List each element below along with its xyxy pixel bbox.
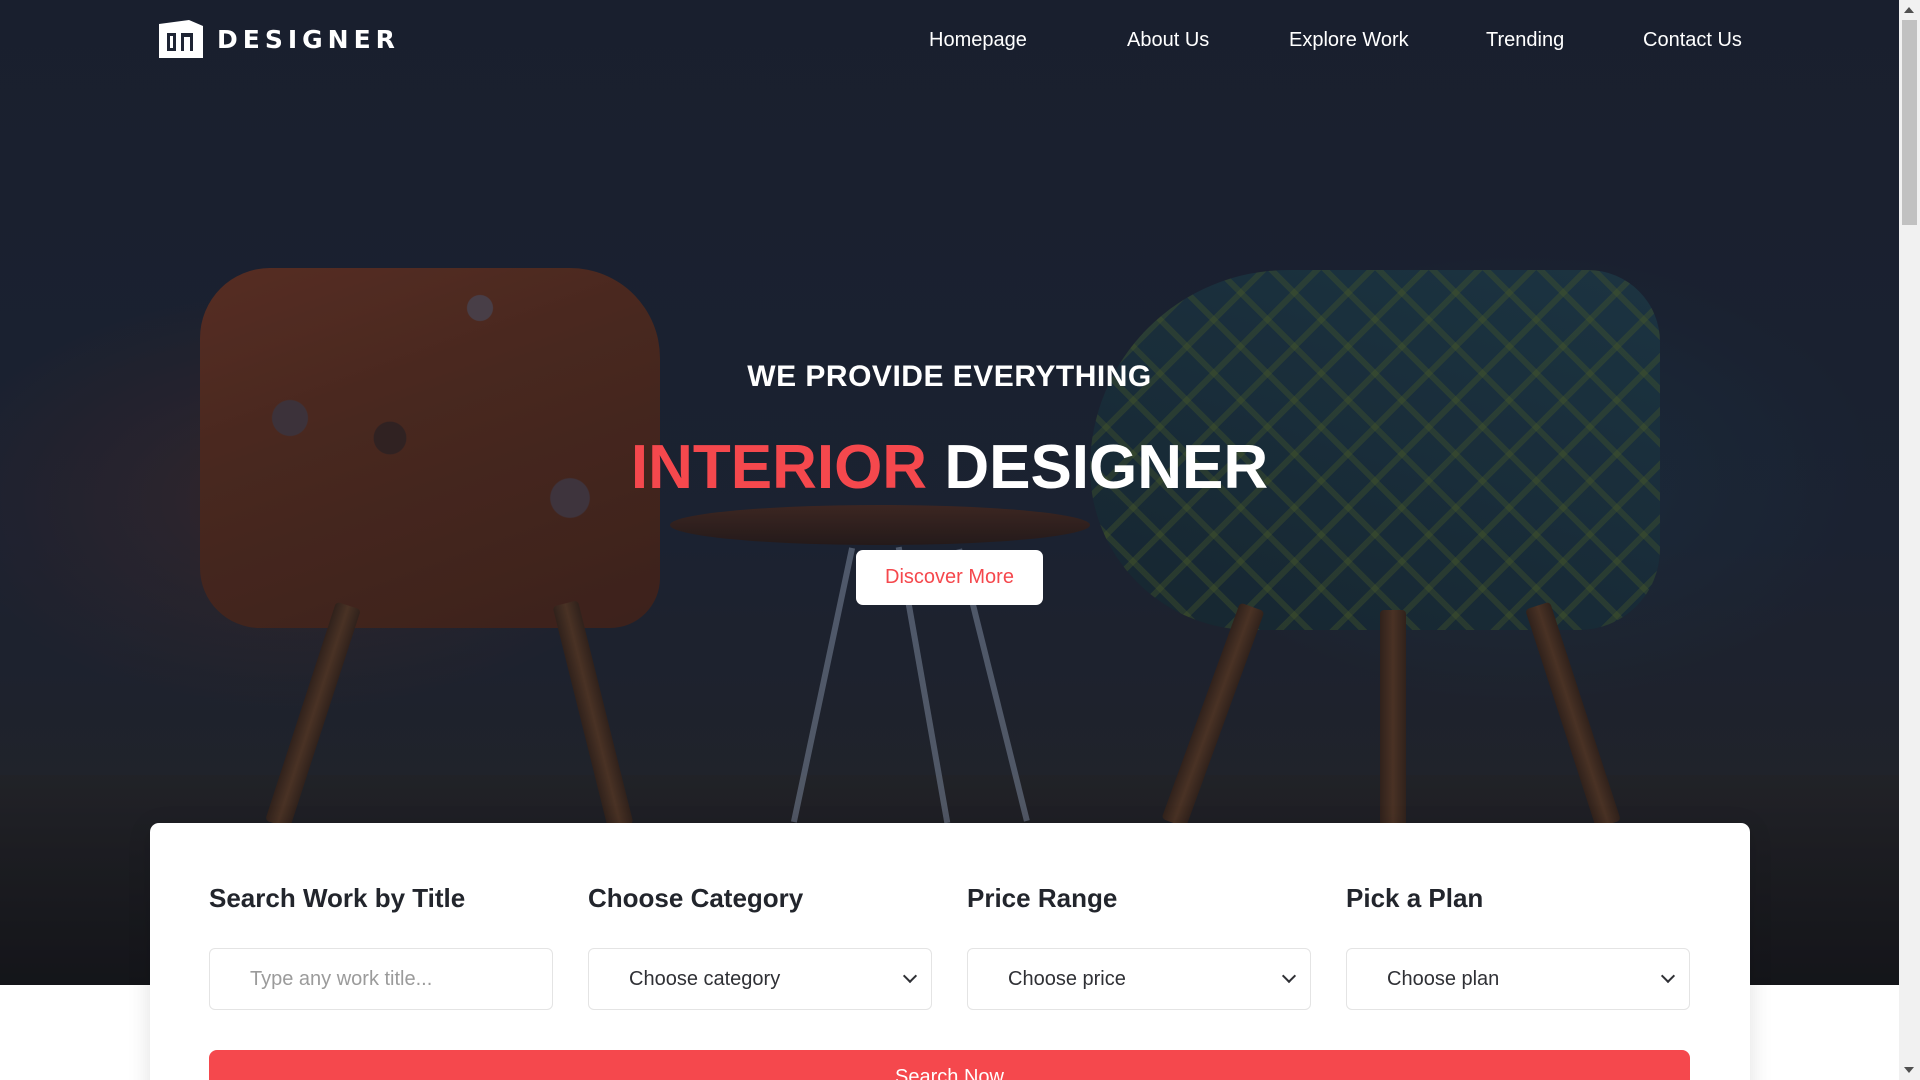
page-scrollbar[interactable] bbox=[1899, 0, 1920, 1080]
nav-homepage[interactable]: Homepage bbox=[929, 29, 1027, 52]
hero-title-accent: INTERIOR bbox=[630, 433, 928, 502]
brand-logo[interactable]: DESIGNER bbox=[159, 20, 400, 58]
hero-title-rest: DESIGNER bbox=[944, 433, 1269, 502]
title-search-field: Search Work by Title Type any work title… bbox=[209, 883, 553, 1010]
discover-more-button[interactable]: Discover More bbox=[856, 550, 1043, 605]
category-select[interactable]: Choose category bbox=[588, 948, 932, 1010]
nav-trending[interactable]: Trending bbox=[1486, 29, 1564, 52]
nav-contact-us[interactable]: Contact Us bbox=[1643, 29, 1742, 52]
hero-title: INTERIOR DESIGNER bbox=[0, 432, 1899, 503]
scroll-up-arrow-icon[interactable] bbox=[1904, 7, 1914, 13]
nav-explore-work[interactable]: Explore Work bbox=[1289, 29, 1409, 52]
plan-select[interactable]: Choose plan bbox=[1346, 948, 1690, 1010]
scroll-down-arrow-icon[interactable] bbox=[1904, 1067, 1914, 1073]
price-select[interactable]: Choose price bbox=[967, 948, 1311, 1010]
chevron-down-icon bbox=[902, 968, 918, 984]
search-panel: Search Work by Title Type any work title… bbox=[150, 823, 1750, 1080]
price-field: Price Range Choose price bbox=[967, 883, 1311, 1010]
hero-subtitle: WE PROVIDE EVERYTHING bbox=[747, 360, 1152, 393]
chevron-down-icon bbox=[1281, 968, 1297, 984]
title-search-label: Search Work by Title bbox=[209, 883, 466, 913]
plan-field: Pick a Plan Choose plan bbox=[1346, 883, 1690, 1010]
category-field: Choose Category Choose category bbox=[588, 883, 932, 1010]
search-now-button[interactable]: Search Now bbox=[209, 1050, 1690, 1080]
category-label: Choose Category bbox=[588, 883, 804, 913]
nav-about-us[interactable]: About Us bbox=[1127, 29, 1209, 52]
dn-logo-icon bbox=[159, 20, 203, 58]
navbar: DESIGNER Homepage About Us Explore Work … bbox=[0, 0, 1899, 82]
chevron-down-icon bbox=[1660, 968, 1676, 984]
price-select-value: Choose price bbox=[1008, 967, 1126, 990]
brand-name: DESIGNER bbox=[217, 24, 400, 54]
plan-select-value: Choose plan bbox=[1387, 967, 1500, 990]
category-select-value: Choose category bbox=[629, 967, 781, 990]
price-label: Price Range bbox=[967, 883, 1118, 913]
title-search-input[interactable]: Type any work title... bbox=[209, 948, 553, 1010]
scrollbar-thumb[interactable] bbox=[1902, 20, 1917, 225]
plan-label: Pick a Plan bbox=[1346, 883, 1484, 913]
